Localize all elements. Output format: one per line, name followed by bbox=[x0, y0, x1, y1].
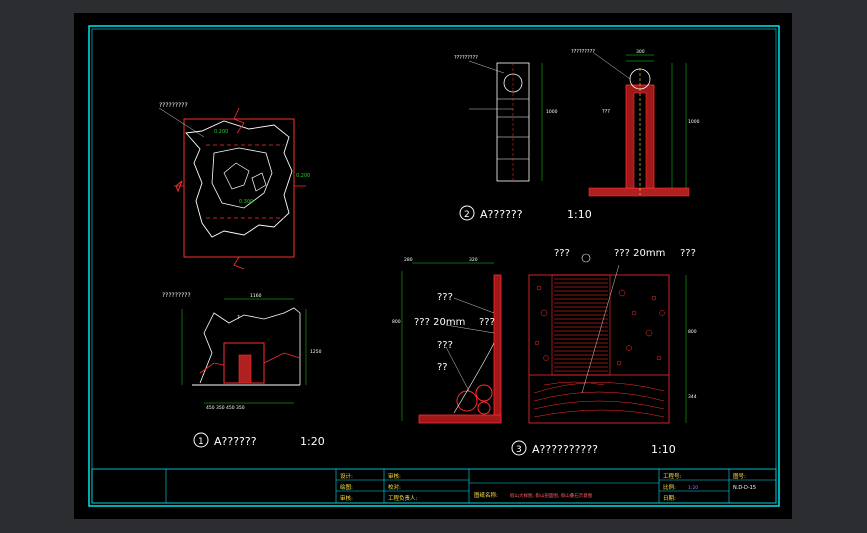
tb-design-label: 设计: bbox=[340, 472, 353, 480]
cad-drawing-sheet: 0.200 0.300 0.200 ????????? 1160 450 350… bbox=[74, 13, 792, 519]
detail2-number: 2 bbox=[464, 210, 470, 220]
svg-text:?: ? bbox=[237, 315, 240, 321]
tb-drawing-name-label: 图纸名称: bbox=[474, 491, 498, 499]
detail3-scale: 1:10 bbox=[651, 443, 676, 456]
detail3-right-label-2: ??? 20mm bbox=[614, 248, 665, 259]
svg-text:300: 300 bbox=[636, 49, 645, 55]
tb-sheet-no-label: 图号: bbox=[733, 472, 746, 480]
detail2-title-text: A?????? bbox=[480, 208, 523, 221]
detail2-callout-right: ????????? bbox=[571, 49, 595, 55]
svg-text:280: 280 bbox=[404, 257, 413, 263]
drawing-canvas: 0.200 0.300 0.200 ????????? 1160 450 350… bbox=[88, 25, 780, 507]
svg-text:1000: 1000 bbox=[688, 119, 700, 125]
svg-text:0.200: 0.200 bbox=[296, 173, 310, 179]
tb-drawing-name-value: 假山大样图, 假山剖面图, 假山叠石示意图 bbox=[510, 492, 593, 499]
svg-text:1000: 1000 bbox=[546, 109, 558, 115]
tb-sheet-no-value: N.D-D-15 bbox=[733, 485, 756, 491]
detail3-number: 3 bbox=[516, 445, 522, 455]
detail2-title: 2 A?????? 1:10 bbox=[459, 205, 592, 221]
svg-text:344: 344 bbox=[688, 394, 697, 400]
detail1-callout: ????????? bbox=[162, 292, 191, 299]
detail1-title: 1 A?????? 1:20 bbox=[193, 432, 325, 448]
detail3-left-label-3: ??? bbox=[479, 317, 495, 328]
svg-text:450 350 450 350: 450 350 450 350 bbox=[206, 405, 245, 411]
detail3-right-label-3: ??? bbox=[680, 248, 696, 259]
svg-text:0.200: 0.200 bbox=[214, 129, 228, 135]
detail2-side-label: ??? bbox=[602, 109, 610, 115]
tb-project-no-label: 工程号: bbox=[663, 472, 682, 480]
column-section-detail: 300 1000 bbox=[588, 49, 700, 197]
column-elevation-detail: 1000 bbox=[468, 60, 558, 182]
detail2-callout-left: ????????? bbox=[454, 55, 478, 61]
detail3-left-label-1: ??? bbox=[437, 292, 453, 303]
svg-text:800: 800 bbox=[392, 319, 401, 325]
detail3-title-text: A?????????? bbox=[532, 443, 598, 456]
svg-text:0.300: 0.300 bbox=[239, 199, 253, 205]
tb-scale-value: 1:20 bbox=[688, 485, 698, 491]
tb-approve-label: 审核: bbox=[340, 494, 353, 502]
detail3-left-label-4: ??? bbox=[437, 340, 453, 351]
detail1-title-text: A?????? bbox=[214, 435, 257, 448]
tb-draw-label: 绘图: bbox=[340, 483, 353, 491]
tb-date-label: 日期: bbox=[663, 495, 676, 502]
detail3-right-label-1: ??? bbox=[554, 248, 570, 259]
svg-text:800: 800 bbox=[688, 329, 697, 335]
detail2-scale: 1:10 bbox=[567, 208, 592, 221]
detail3-left-label-5: ?? bbox=[437, 362, 448, 373]
plan-callout: ????????? bbox=[159, 102, 188, 109]
svg-text:320: 320 bbox=[469, 257, 478, 263]
detail3-left-label-2: ??? 20mm bbox=[414, 317, 465, 328]
detail3-title: 3 A?????????? 1:10 bbox=[511, 440, 676, 456]
wall-texture-section: 800 344 bbox=[528, 253, 697, 424]
tb-check-label: 审核: bbox=[388, 472, 401, 480]
tb-scale-label: 比例: bbox=[663, 483, 676, 491]
inner-border bbox=[91, 28, 777, 504]
detail1-scale: 1:20 bbox=[300, 435, 325, 448]
outer-border bbox=[88, 25, 780, 507]
svg-text:1250: 1250 bbox=[310, 349, 322, 355]
tb-proof-label: 校对: bbox=[388, 483, 401, 491]
detail1-number: 1 bbox=[198, 437, 204, 447]
svg-text:1160: 1160 bbox=[250, 293, 262, 299]
tb-project-label: 工程负责人: bbox=[388, 494, 418, 502]
rock-plan-view: 0.200 0.300 0.200 bbox=[158, 107, 310, 270]
rock-elevation-detail: 1160 450 350 450 350 1250 ? bbox=[181, 293, 322, 411]
